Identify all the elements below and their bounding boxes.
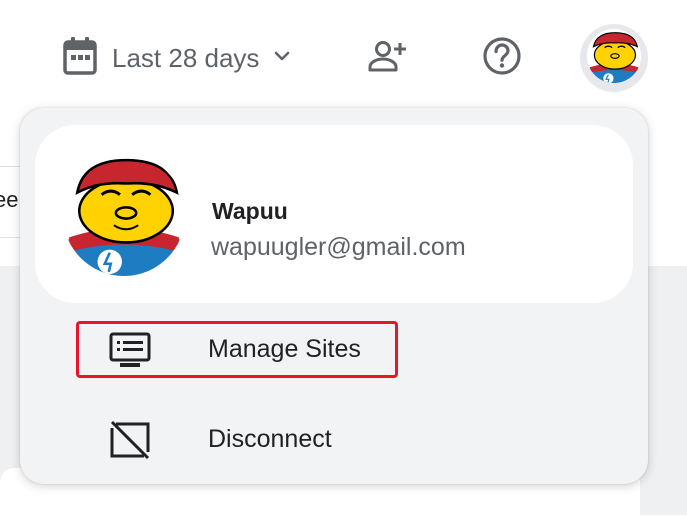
help-button[interactable] [479,36,525,80]
user-email: wapuugler@gmail.com [211,233,466,261]
disconnect-label: Disconnect [208,425,332,453]
screen-off-icon [108,420,152,460]
chevron-down-icon [273,49,291,67]
date-range-label: Last 28 days [112,42,260,73]
disconnect-menu-item[interactable]: Disconnect [20,408,648,472]
add-user-button[interactable] [365,36,411,80]
date-range-selector[interactable]: Last 28 days [62,36,291,80]
account-avatar-button[interactable] [580,24,648,92]
account-menu: Wapuu wapuugler@gmail.com Manage Sites D… [20,108,648,484]
list-window-icon [108,330,152,370]
person-add-icon [368,39,408,78]
wapuu-avatar [63,154,185,276]
manage-sites-label: Manage Sites [208,335,361,363]
profile-card: Wapuu wapuugler@gmail.com [35,125,633,303]
wapuu-avatar [586,28,642,89]
header-bar: Last 28 days [0,0,687,115]
help-circle-icon [482,36,522,81]
user-name: Wapuu [212,198,288,224]
calendar-icon [62,36,98,81]
left-tab-fragment-text: ee [0,187,19,212]
manage-sites-menu-item[interactable]: Manage Sites [20,318,648,382]
